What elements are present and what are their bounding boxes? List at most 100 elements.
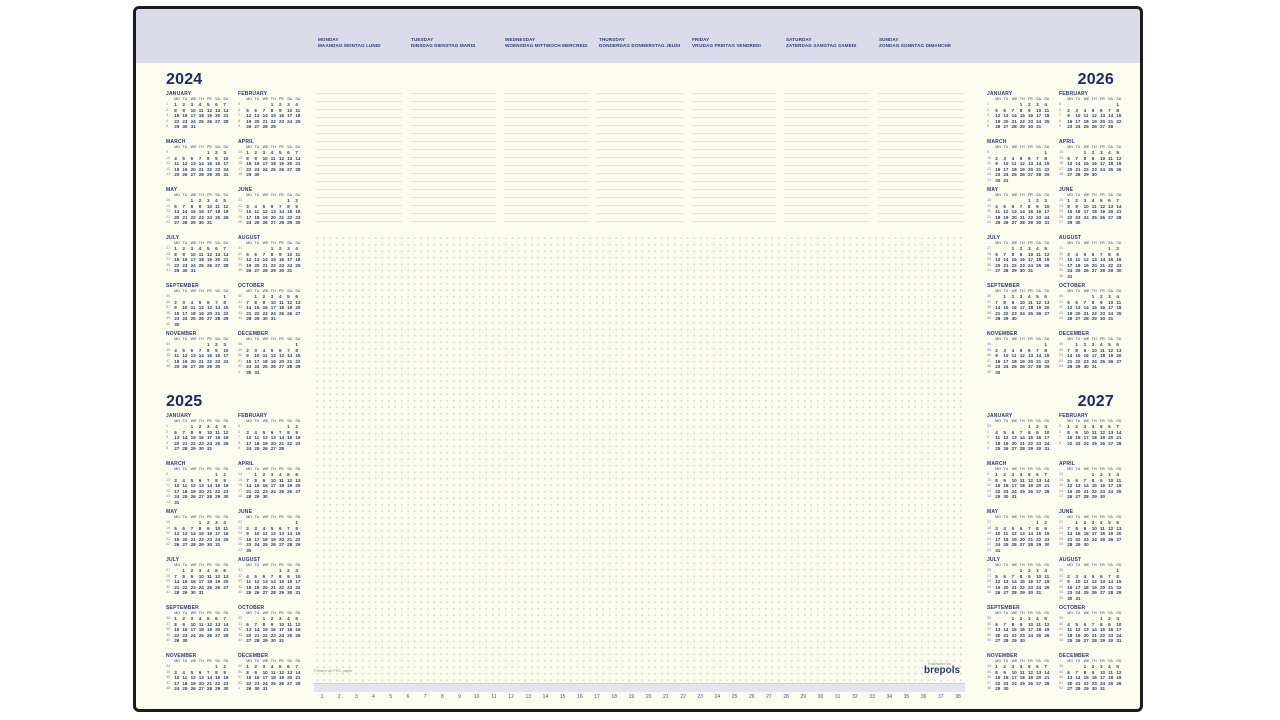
year-title-2027: 2027 bbox=[1077, 393, 1114, 410]
day-column-saturday bbox=[784, 93, 870, 227]
month-august-2025: AUGUST MO TU WE TH FR SA SU 31 1 2 3 32 4 5 6 7 8 9 10 33 11 1… bbox=[238, 557, 304, 596]
ruler-number: 5 bbox=[389, 694, 393, 700]
day-label-translations: ZONDAG SONNTAG DIMANCHE bbox=[879, 43, 952, 48]
ruler-number: 37 bbox=[938, 694, 944, 700]
day-header-wednesday: WEDNESDAY WOENSDAG MITTWOCH MERCREDI bbox=[505, 37, 587, 49]
ruler-number: 16 bbox=[577, 694, 583, 700]
day-grid: 5 1 2 3 4 6 5 6 7 8 9 10 11 7 12 13 14 15 16 17 18 8 19 20 21 22 2… bbox=[238, 102, 301, 130]
day-grid: 35 1 2 3 4 5 36 6 7 8 9 10 11 12 37 13 14 15 16 17 18 19 38 20 2… bbox=[987, 616, 1050, 644]
day-grid: 22 1 2 23 3 4 5 6 7 8 9 24 10 11 12 13 14 15 16 25 17 18 19 20 2… bbox=[238, 198, 301, 226]
month-february-2026: FEBRUARY MO TU WE TH FR SA SU 5 1 6 2 3 4 5 6 7 8 7 9 10 11 12… bbox=[1059, 91, 1125, 130]
ruler-number: 27 bbox=[766, 694, 772, 700]
ruler-bar bbox=[314, 683, 965, 692]
year-title-2025: 2025 bbox=[166, 393, 203, 410]
day-grid: 18 1 2 3 19 4 5 6 7 8 9 10 20 11 12 13 14 15 16 17 21 18 19 20 2… bbox=[987, 198, 1050, 226]
ruler-number: 4 bbox=[372, 694, 375, 700]
day-grid: 9 1 10 2 3 4 5 6 7 8 11 9 10 11 12 13 14 15 12 16 17 18 19 20 21… bbox=[987, 150, 1050, 183]
day-label-translations: DINSDAG DIENSTAG MARDI bbox=[411, 43, 476, 48]
day-grid: 40 1 2 3 4 5 41 6 7 8 9 10 11 12 42 13 14 15 16 17 18 19 43 20 2… bbox=[238, 616, 301, 644]
month-july-2024: JULY MO TU WE TH FR SA SU 27 1 2 3 4 5 6 7 28 8 9 10 11 12 13 1… bbox=[166, 235, 232, 274]
day-grid: 5 1 2 3 4 5 6 7 6 8 9 10 11 12 13 14 7 15 16 17 18 19 20 21 8 22 2… bbox=[1059, 424, 1122, 446]
month-may-2025: MAY MO TU WE TH FR SA SU 18 1 2 3 4 19 5 6 7 8 9 10 11 20 12 13… bbox=[166, 509, 232, 548]
ruler-number: 21 bbox=[663, 694, 669, 700]
day-grid: 35 1 36 2 3 4 5 6 7 8 37 9 10 11 12 13 14 15 38 16 17 18 19 20 2… bbox=[166, 294, 229, 327]
month-march-2025: MARCH MO TU WE TH FR SA SU 9 1 2 10 3 4 5 6 7 8 9 11 10 11 12 1… bbox=[166, 461, 232, 506]
day-grid: 14 1 2 3 4 5 6 15 7 8 9 10 11 12 13 16 14 15 16 17 18 19 20 17 2… bbox=[238, 472, 301, 500]
ruler-number: 14 bbox=[542, 694, 549, 700]
ruler-number: 7 bbox=[423, 694, 427, 700]
day-grid: 44 1 2 3 45 4 5 6 7 8 9 10 46 11 12 13 14 15 16 17 47 18 19 20 2… bbox=[166, 342, 229, 370]
month-march-2027: MARCH MO TU WE TH FR SA SU 9 1 2 3 4 5 6 7 10 8 9 10 11 12 13 1… bbox=[987, 461, 1053, 500]
month-november-2024: NOVEMBER MO TU WE TH FR SA SU 44 1 2 3 45 4 5 6 7 8 9 10 46 1… bbox=[166, 331, 232, 370]
day-grid: 22 1 23 2 3 4 5 6 7 8 24 9 10 11 12 13 14 15 25 16 17 18 19 20 2… bbox=[238, 520, 301, 553]
month-january-2024: JANUARY MO TU WE TH FR SA SU 1 1 2 3 4 5 6 7 2 8 9 10 11 12 13… bbox=[166, 91, 232, 130]
month-october-2024: OCTOBER MO TU WE TH FR SA SU 40 1 2 3 4 5 6 41 7 8 9 10 11 12… bbox=[238, 283, 304, 322]
month-december-2025: DECEMBER MO TU WE TH FR SA SU 49 1 2 3 4 5 6 7 50 8 9 10 11 1… bbox=[238, 653, 304, 692]
year-title-2026: 2026 bbox=[1077, 71, 1114, 88]
day-grid: 9 1 2 3 10 4 5 6 7 8 9 10 11 11 12 13 14 15 16 17 12 18 19 20 21… bbox=[166, 150, 229, 178]
day-grid: 27 1 2 3 4 5 6 28 7 8 9 10 11 12 13 29 14 15 16 17 18 19 20 30 2… bbox=[166, 568, 229, 596]
day-grid: 9 1 2 3 4 5 6 7 10 8 9 10 11 12 13 14 11 15 16 17 18 19 20 21 12… bbox=[987, 472, 1050, 500]
day-grid: 5 1 2 6 3 4 5 6 7 8 9 7 10 11 12 13 14 15 16 8 17 18 19 20 21 22 2… bbox=[238, 424, 301, 452]
month-april-2025: APRIL MO TU WE TH FR SA SU 14 1 2 3 4 5 6 15 7 8 9 10 11 12 13… bbox=[238, 461, 304, 500]
ruler-number: 13 bbox=[525, 694, 532, 700]
day-grid: 30 1 31 2 3 4 5 6 7 8 32 9 10 11 12 13 14 15 33 16 17 18 19 20 2… bbox=[1059, 568, 1122, 601]
month-august-2024: AUGUST MO TU WE TH FR SA SU 31 1 2 3 4 32 5 6 7 8 9 10 11 33 1… bbox=[238, 235, 304, 274]
month-february-2025: FEBRUARY MO TU WE TH FR SA SU 5 1 2 6 3 4 5 6 7 8 9 7 10 11 12… bbox=[238, 413, 304, 452]
day-grid: 48 1 2 3 4 5 49 6 7 8 9 10 11 12 50 13 14 15 16 17 18 19 51 20 2… bbox=[1059, 664, 1122, 692]
ruler-number: 28 bbox=[783, 694, 789, 700]
ruler-number: 22 bbox=[680, 694, 686, 700]
month-july-2027: JULY MO TU WE TH FR SA SU 26 1 2 3 4 27 5 6 7 8 9 10 11 28 12 1… bbox=[987, 557, 1053, 596]
day-grid: 1 1 2 3 4 5 2 6 7 8 9 10 11 12 3 13 14 15 16 17 18 19 4 20 21 22 2… bbox=[166, 424, 229, 452]
month-october-2025: OCTOBER MO TU WE TH FR SA SU 40 1 2 3 4 5 41 6 7 8 9 10 11 12… bbox=[238, 605, 304, 644]
day-grid: 14 1 2 3 4 5 6 7 15 8 9 10 11 12 13 14 16 15 16 17 18 19 20 21 1… bbox=[238, 150, 301, 178]
ruler-number: 32 bbox=[852, 694, 858, 700]
day-grid: 5 1 6 2 3 4 5 6 7 8 7 9 10 11 12 13 14 15 8 16 17 18 19 20 21 22 9… bbox=[1059, 102, 1122, 130]
month-february-2024: FEBRUARY MO TU WE TH FR SA SU 5 1 2 3 4 6 5 6 7 8 9 10 11 7 12… bbox=[238, 91, 304, 130]
day-grid: 31 1 2 3 32 4 5 6 7 8 9 10 33 11 12 13 14 15 16 17 34 18 19 20 2… bbox=[238, 568, 301, 596]
month-april-2026: APRIL MO TU WE TH FR SA SU 14 1 2 3 4 5 15 6 7 8 9 10 11 12 16… bbox=[1059, 139, 1125, 178]
day-header-sunday: SUNDAY ZONDAG SONNTAG DIMANCHE bbox=[879, 37, 951, 49]
ruler-number: 15 bbox=[559, 694, 566, 700]
ruler-number: 25 bbox=[731, 694, 738, 700]
day-column-thursday bbox=[597, 93, 683, 227]
day-label-translations: MAANDAG MONTAG LUNDI bbox=[318, 43, 381, 48]
month-november-2026: NOVEMBER MO TU WE TH FR SA SU 44 1 45 2 3 4 5 6 7 8 46 9 10 1… bbox=[987, 331, 1053, 376]
day-grid: 39 1 2 3 40 4 5 6 7 8 9 10 41 11 12 13 14 15 16 17 42 18 19 20 2… bbox=[1059, 616, 1122, 644]
ruler-number: 23 bbox=[697, 694, 703, 700]
day-column-monday bbox=[316, 93, 402, 227]
day-header-thursday: THURSDAY DONDERDAG DONNERSTAG JEUDI bbox=[599, 37, 680, 49]
month-august-2026: AUGUST MO TU WE TH FR SA SU 31 1 2 32 3 4 5 6 7 8 9 33 10 11 1… bbox=[1059, 235, 1125, 280]
day-grid: 18 1 2 3 4 5 19 6 7 8 9 10 11 12 20 13 14 15 16 17 18 19 21 20 2… bbox=[166, 198, 229, 226]
day-label-translations: ZATERDAG SAMSTAG SAMEDI bbox=[786, 43, 857, 48]
month-september-2026: SEPTEMBER MO TU WE TH FR SA SU 36 1 2 3 4 5 6 37 7 8 9 10 11… bbox=[987, 283, 1053, 322]
ruler-number: 3 bbox=[354, 694, 358, 700]
day-label-translations: WOENSDAG MITTWOCH MERCREDI bbox=[505, 43, 588, 48]
ruler-number: 31 bbox=[834, 694, 841, 700]
ruler-number: 10 bbox=[473, 694, 480, 700]
ruler-number: 26 bbox=[748, 694, 755, 700]
year-title-2024: 2024 bbox=[166, 71, 203, 88]
desk-pad: MONDAY MAANDAG MONTAG LUNDI TUESDAY DINSDA… bbox=[133, 6, 1143, 712]
month-july-2025: JULY MO TU WE TH FR SA SU 27 1 2 3 4 5 6 28 7 8 9 10 11 12 13 2… bbox=[166, 557, 232, 596]
ruler-number: 6 bbox=[406, 694, 410, 700]
paper-note: Printed on FSC paper bbox=[314, 668, 353, 673]
month-september-2024: SEPTEMBER MO TU WE TH FR SA SU 35 1 36 2 3 4 5 6 7 8 37 9 10… bbox=[166, 283, 232, 328]
month-january-2027: JANUARY MO TU WE TH FR SA SU 53 1 2 3 1 4 5 6 7 8 9 10 2 11 12… bbox=[987, 413, 1053, 452]
month-august-2027: AUGUST MO TU WE TH FR SA SU 30 1 31 2 3 4 5 6 7 8 32 9 10 11 1… bbox=[1059, 557, 1125, 602]
day-grid: 49 1 2 3 4 5 6 7 50 8 9 10 11 12 13 14 51 15 16 17 18 19 20 21 5… bbox=[238, 664, 301, 692]
day-grid: 17 1 2 18 3 4 5 6 7 8 9 19 10 11 12 13 14 15 16 20 17 18 19 20 2… bbox=[987, 520, 1050, 553]
day-grid: 9 1 2 10 3 4 5 6 7 8 9 11 10 11 12 13 14 15 16 12 17 18 19 20 21… bbox=[166, 472, 229, 505]
ruler-number: 18 bbox=[611, 694, 617, 700]
ruler-number: 35 bbox=[903, 694, 910, 700]
day-grid: 48 1 49 2 3 4 5 6 7 8 50 9 10 11 12 13 14 15 51 16 17 18 19 20 2… bbox=[238, 342, 301, 375]
ruler-number: 17 bbox=[594, 694, 600, 700]
ruler-number: 24 bbox=[714, 694, 721, 700]
day-header-monday: MONDAY MAANDAG MONTAG LUNDI bbox=[318, 37, 381, 49]
month-june-2024: JUNE MO TU WE TH FR SA SU 22 1 2 23 3 4 5 6 7 8 9 24 10 11 12 1… bbox=[238, 187, 304, 226]
day-grid: 31 1 2 32 3 4 5 6 7 8 9 33 10 11 12 13 14 15 16 34 17 18 19 20 2… bbox=[1059, 246, 1122, 279]
ruler-number: 20 bbox=[645, 694, 652, 700]
day-grid: 23 1 2 3 4 5 6 7 24 8 9 10 11 12 13 14 25 15 16 17 18 19 20 21 2… bbox=[1059, 198, 1122, 226]
ruler-number: 2 bbox=[337, 694, 341, 700]
day-grid: 40 1 2 3 4 5 6 41 7 8 9 10 11 12 13 42 14 15 16 17 18 19 20 43 2… bbox=[238, 294, 301, 322]
